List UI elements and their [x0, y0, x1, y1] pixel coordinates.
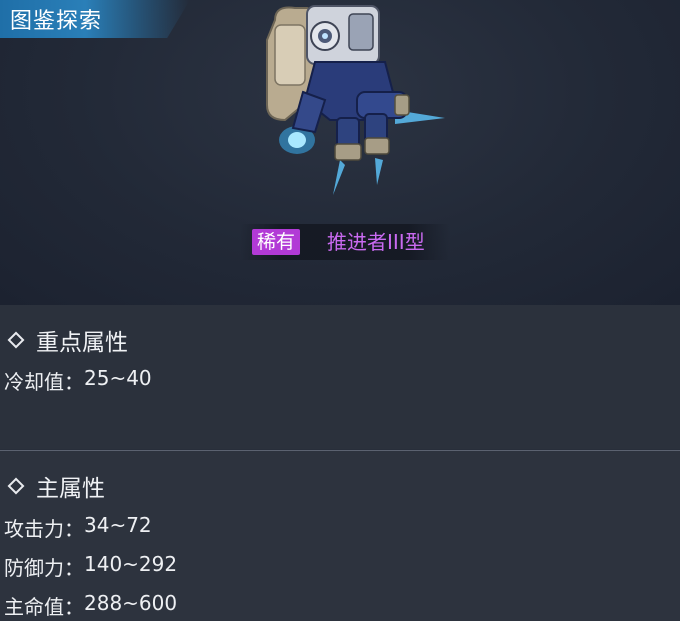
mech-illustration [266, 5, 445, 195]
stat-value: 140~292 [84, 552, 178, 576]
stat-value: 288~600 [84, 591, 178, 615]
stat-label: 攻击力： [4, 517, 84, 541]
key-attributes-section: 重点属性 冷却值： 25~40 [0, 305, 680, 449]
page-title: 图鉴探索 [10, 9, 103, 34]
stat-row-hp: 主命值： 288~600 [4, 591, 177, 620]
stat-label: 冷却值： [4, 370, 84, 394]
diamond-icon [7, 477, 25, 495]
stat-value: 25~40 [84, 366, 152, 390]
item-name: 推进者III型 [327, 230, 425, 254]
rarity-badge: 稀有 [252, 229, 301, 255]
key-attributes-header: 重点属性 [7, 323, 128, 357]
stat-row-defense: 防御力： 140~292 [4, 552, 177, 581]
stat-value: 34~72 [84, 513, 152, 537]
stat-label: 主命值： [4, 595, 84, 619]
stat-row-cooldown: 冷却值： 25~40 [4, 366, 152, 395]
main-attributes-title: 主属性 [36, 476, 105, 502]
main-attributes-header: 主属性 [7, 469, 105, 503]
stat-row-attack: 攻击力： 34~72 [4, 513, 152, 542]
stat-label: 防御力： [4, 556, 84, 580]
diamond-icon [7, 331, 25, 349]
main-attributes-section: 主属性 攻击力： 34~72 防御力： 140~292 主命值： 288~600 [0, 450, 680, 621]
item-showcase: 图鉴探索 稀有 推进者III型 [0, 0, 680, 305]
key-attributes-title: 重点属性 [36, 330, 128, 356]
